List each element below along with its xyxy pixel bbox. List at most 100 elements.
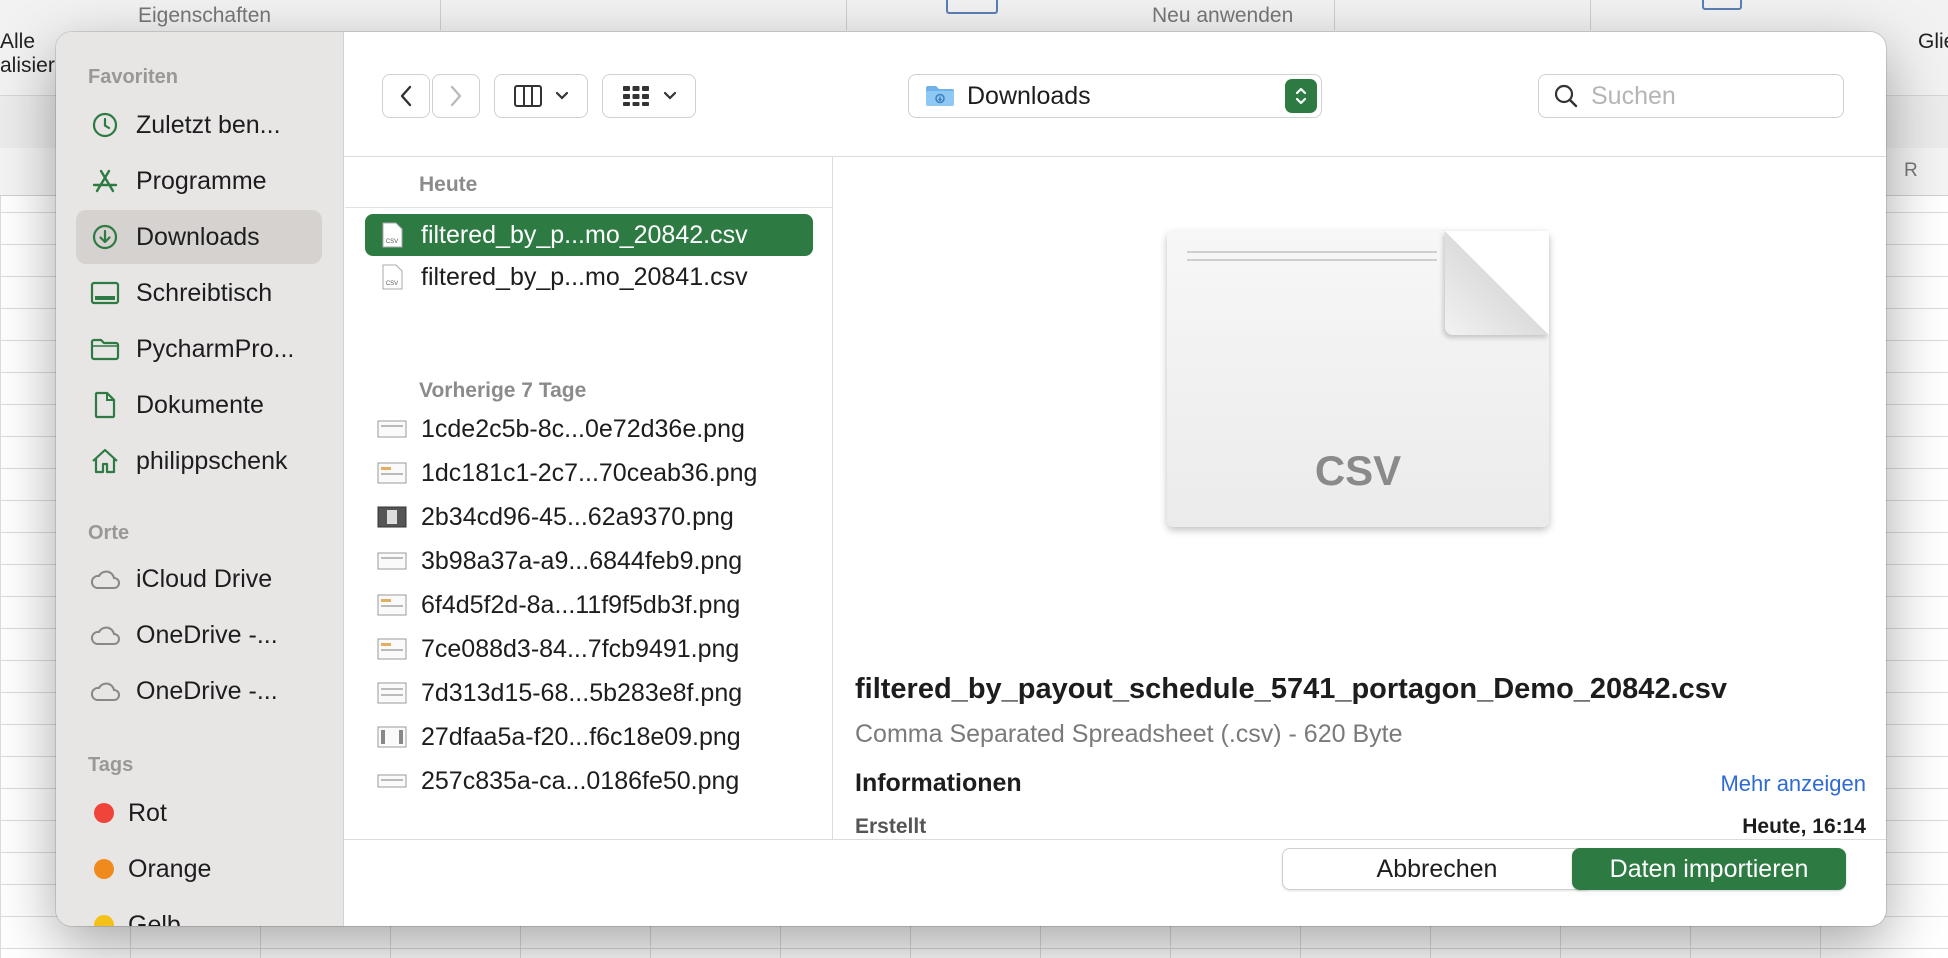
sidebar-item-label: Downloads [136,222,260,251]
file-row[interactable]: 6f4d5f2d-8a...11f9f5db3f.png [365,584,813,626]
location-popup[interactable]: Downloads [908,74,1322,118]
png-file-icon [377,592,407,618]
column-header-label: R [1904,160,1918,181]
sidebar-item-label: OneDrive -... [136,620,278,649]
sidebar: Favoriten Zuletzt ben... Programme Downl… [56,32,344,926]
background-ribbon-label: Eigenschaften [138,4,272,27]
folder-icon [925,84,955,108]
file-row[interactable]: CSV filtered_by_p...mo_20842.csv [365,214,813,256]
sidebar-item-label: Gelb [128,910,181,927]
search-input[interactable] [1591,81,1821,111]
sidebar-item-label: PycharmPro... [136,334,295,363]
csv-document-icon: CSV [1167,231,1549,527]
ribbon-divider [846,0,847,30]
show-more-link[interactable]: Mehr anzeigen [1720,771,1866,797]
file-list-column: Heute CSV filtered_by_p...mo_20842.csv C… [345,157,833,839]
file-name: 3b98a37a-a9...6844feb9.png [421,546,743,575]
sidebar-item-label: Orange [128,854,212,883]
sidebar-item-desktop[interactable]: Schreibtisch [76,266,322,320]
sidebar-item-downloads[interactable]: Downloads [76,210,322,264]
chevron-right-icon [450,85,462,107]
sort-icon [946,0,998,14]
sidebar-tag-red[interactable]: Rot [76,786,322,840]
svg-text:CSV: CSV [386,281,398,287]
sidebar-item-documents[interactable]: Dokumente [76,378,322,432]
updown-chevron-icon [1285,79,1317,113]
home-icon [88,444,122,478]
file-name: 6f4d5f2d-8a...11f9f5db3f.png [421,590,741,619]
file-group-header-previous-7-days: Vorherige 7 Tage [419,379,587,402]
file-name: 1cde2c5b-8c...0e72d36e.png [421,414,745,443]
sidebar-item-applications[interactable]: Programme [76,154,322,208]
group-view-button[interactable] [602,74,696,118]
orange-tag-dot [94,859,114,879]
file-row[interactable]: 1cde2c5b-8c...0e72d36e.png [365,408,813,450]
cloud-icon [88,562,122,596]
document-type-label: CSV [1314,447,1402,494]
cloud-icon [88,618,122,652]
background-ribbon-label: Alle [0,30,36,53]
sidebar-tag-yellow[interactable]: Gelb [76,898,322,926]
file-row[interactable]: 7d313d15-68...5b283e8f.png [365,672,813,714]
import-data-button[interactable]: Daten importieren [1572,848,1846,890]
yellow-tag-dot [94,915,114,926]
file-row[interactable]: 2b34cd96-45...62a9370.png [365,496,813,538]
file-name: 1dc181c1-2c7...70ceab36.png [421,458,758,487]
sidebar-item-label: Schreibtisch [136,278,273,307]
csv-file-icon: CSV [377,222,407,248]
sidebar-section-locations: Orte [88,522,130,544]
background-ribbon-label: Glie [1918,30,1948,53]
sidebar-item-label: Zuletzt ben... [136,110,281,139]
file-row[interactable]: 27dfaa5a-f20...f6c18e09.png [365,716,813,758]
applications-icon [88,164,122,198]
file-row[interactable]: 7ce088d3-84...7fcb9491.png [365,628,813,670]
file-open-dialog: Favoriten Zuletzt ben... Programme Downl… [56,32,1886,926]
file-row[interactable]: CSV filtered_by_p...mo_20841.csv [365,256,813,298]
search-field[interactable] [1538,74,1844,118]
file-name: 2b34cd96-45...62a9370.png [421,502,734,531]
sidebar-section-favorites: Favoriten [88,66,179,88]
sidebar-item-home[interactable]: philippschenk [76,434,322,488]
file-name: filtered_by_p...mo_20842.csv [421,220,748,249]
file-name: filtered_by_p...mo_20841.csv [421,262,748,291]
csv-file-icon: CSV [377,264,407,290]
file-row[interactable]: 257c835a-ca...0186fe50.png [365,760,813,802]
file-name: 7ce088d3-84...7fcb9491.png [421,634,740,663]
sidebar-item-label: OneDrive -... [136,676,278,705]
forward-button[interactable] [432,74,480,118]
png-file-icon [377,724,407,750]
location-label: Downloads [967,81,1091,110]
sidebar-tag-orange[interactable]: Orange [76,842,322,896]
sidebar-item-label: philippschenk [136,446,288,475]
sidebar-item-label: Dokumente [136,390,264,419]
column-view-button[interactable] [494,74,588,118]
download-icon [88,220,122,254]
search-icon [1554,84,1578,108]
ribbon-divider [1590,0,1591,30]
sidebar-item-recents[interactable]: Zuletzt ben... [76,98,322,152]
sidebar-item-icloud-drive[interactable]: iCloud Drive [76,552,322,606]
sidebar-item-pycharm-folder[interactable]: PycharmPro... [76,322,322,376]
chart-icon [1702,0,1742,10]
sidebar-item-label: iCloud Drive [136,564,273,593]
red-tag-dot [94,803,114,823]
sidebar-item-onedrive-2[interactable]: OneDrive -... [76,664,322,718]
preview-info-heading: Informationen [855,769,1022,797]
png-file-icon [377,460,407,486]
ribbon-divider [1334,0,1335,30]
png-file-icon [377,636,407,662]
grid-icon [623,86,649,106]
preview-file-kind: Comma Separated Spreadsheet (.csv) - 620… [855,720,1403,748]
chevron-down-icon [555,91,569,100]
file-row[interactable]: 3b98a37a-a9...6844feb9.png [365,540,813,582]
cancel-button[interactable]: Abbrechen [1282,848,1592,890]
file-row[interactable]: 1dc181c1-2c7...70ceab36.png [365,452,813,494]
chevron-left-icon [400,85,412,107]
document-thumbnail-lines [1187,251,1437,267]
back-button[interactable] [382,74,430,118]
preview-pane: CSV filtered_by_payout_schedule_5741_por… [833,157,1886,839]
desktop-icon [88,276,122,310]
sidebar-item-label: Rot [128,798,167,827]
sidebar-item-onedrive-1[interactable]: OneDrive -... [76,608,322,662]
file-group-header-today: Heute [345,173,832,208]
